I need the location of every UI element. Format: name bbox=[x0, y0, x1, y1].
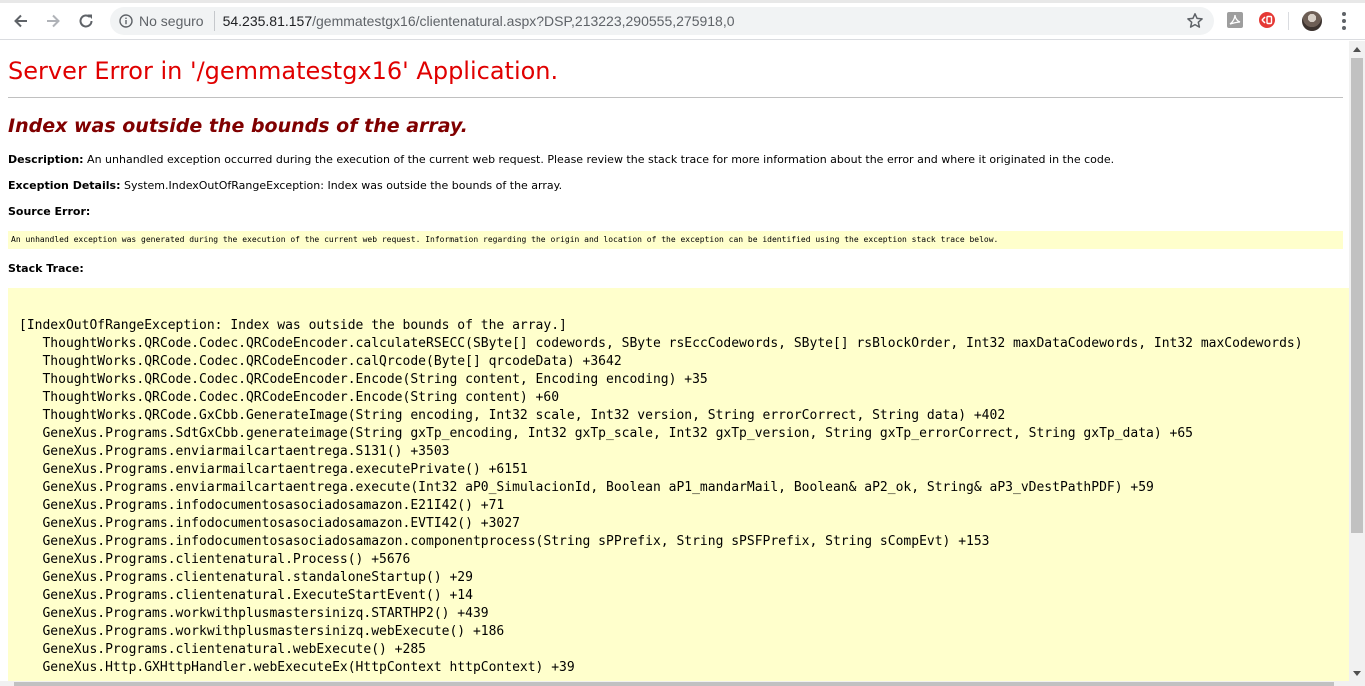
toolbar-separator bbox=[1288, 12, 1289, 30]
url-text[interactable]: 54.235.81.157/gemmatestgx16/clientenatur… bbox=[223, 13, 735, 29]
stack-trace-line: GeneXus.Programs.enviarmailcartaentrega.… bbox=[19, 462, 528, 477]
scroll-down-arrow-icon bbox=[1353, 670, 1361, 676]
stack-trace-line: GeneXus.Programs.clientenatural.Process(… bbox=[19, 552, 411, 567]
stack-trace-box: [IndexOutOfRangeException: Index was out… bbox=[8, 288, 1349, 686]
reload-icon bbox=[79, 14, 93, 28]
url-host: 54.235.81.157 bbox=[222, 13, 313, 29]
stack-trace-line: ThoughtWorks.QRCode.Codec.QRCodeEncoder.… bbox=[19, 372, 708, 387]
description-row: Description: An unhandled exception occu… bbox=[8, 153, 1114, 166]
scroll-down-button[interactable] bbox=[1349, 665, 1365, 681]
error-message: Index was outside the bounds of the arra… bbox=[8, 115, 468, 137]
security-label: No seguro bbox=[139, 13, 204, 29]
exception-details-row: Exception Details: System.IndexOutOfRang… bbox=[8, 179, 562, 192]
stack-trace-line: [IndexOutOfRangeException: Index was out… bbox=[19, 318, 567, 333]
reload-button[interactable] bbox=[74, 9, 98, 33]
forward-button[interactable] bbox=[41, 9, 65, 33]
window-top-strip bbox=[0, 0, 1365, 3]
stack-trace-line: GeneXus.Programs.infodocumentosasociados… bbox=[19, 516, 520, 531]
source-error-label: Source Error: bbox=[8, 205, 91, 218]
scroll-up-arrow-icon bbox=[1353, 46, 1361, 52]
horizontal-scrollbar[interactable] bbox=[0, 681, 1349, 686]
vertical-scrollbar[interactable] bbox=[1349, 41, 1365, 686]
scroll-up-button[interactable] bbox=[1349, 41, 1365, 57]
stack-trace-label: Stack Trace: bbox=[8, 262, 84, 275]
description-label: Description: bbox=[8, 153, 84, 166]
info-icon bbox=[119, 14, 133, 28]
stack-trace-line: GeneXus.Programs.clientenatural.standalo… bbox=[19, 570, 473, 585]
star-icon[interactable] bbox=[1186, 12, 1204, 30]
exception-details-label: Exception Details: bbox=[8, 179, 121, 192]
stack-trace-line: GeneXus.Programs.workwithplusmastersiniz… bbox=[19, 606, 489, 621]
horizontal-scroll-thumb[interactable] bbox=[14, 682, 1334, 686]
page-viewport: Server Error in '/gemmatestgx16' Applica… bbox=[0, 41, 1349, 686]
profile-avatar[interactable] bbox=[1302, 11, 1322, 31]
stack-trace-line: GeneXus.Programs.clientenatural.webExecu… bbox=[19, 642, 426, 657]
vertical-scroll-thumb[interactable] bbox=[1351, 58, 1363, 533]
stack-trace-line: ThoughtWorks.QRCode.Codec.QRCodeEncoder.… bbox=[19, 336, 1303, 351]
stack-trace-line: GeneXus.Programs.workwithplusmastersiniz… bbox=[19, 624, 505, 639]
stack-trace-line: GeneXus.Programs.enviarmailcartaentrega.… bbox=[19, 444, 450, 459]
source-error-heading: Source Error: bbox=[8, 205, 90, 218]
stack-trace-line: GeneXus.Programs.clientenatural.ExecuteS… bbox=[19, 588, 473, 603]
page-title: Server Error in '/gemmatestgx16' Applica… bbox=[8, 57, 559, 85]
back-button[interactable] bbox=[9, 9, 33, 33]
url-path: /gemmatestgx16/clientenatural.aspx?DSP,2… bbox=[312, 13, 735, 29]
exception-details-text: System.IndexOutOfRangeException: Index w… bbox=[120, 179, 563, 192]
title-divider bbox=[8, 97, 1343, 98]
stack-trace-line: GeneXus.Programs.SdtGxCbb.generateimage(… bbox=[19, 426, 1193, 441]
description-text: An unhandled exception occurred during t… bbox=[83, 153, 1115, 166]
source-error-box: An unhandled exception was generated dur… bbox=[8, 231, 1343, 249]
back-arrow-icon bbox=[14, 14, 27, 28]
stack-trace-line: ThoughtWorks.QRCode.Codec.QRCodeEncoder.… bbox=[19, 390, 560, 405]
address-bar[interactable]: No seguro 54.235.81.157/gemmatestgx16/cl… bbox=[110, 7, 1214, 35]
stack-trace-line: ThoughtWorks.QRCode.Codec.QRCodeEncoder.… bbox=[19, 354, 622, 369]
browser-toolbar: No seguro 54.235.81.157/gemmatestgx16/cl… bbox=[0, 0, 1365, 40]
stack-trace-line: GeneXus.Programs.infodocumentosasociados… bbox=[19, 534, 990, 549]
more-menu-icon[interactable] bbox=[1337, 11, 1351, 31]
stack-trace-line: GeneXus.Programs.enviarmailcartaentrega.… bbox=[19, 480, 1154, 495]
site-security-indicator[interactable]: No seguro bbox=[110, 11, 215, 31]
forward-arrow-icon bbox=[47, 14, 60, 28]
stack-trace-heading: Stack Trace: bbox=[8, 262, 84, 275]
stack-trace-line: GeneXus.Programs.infodocumentosasociados… bbox=[19, 498, 505, 513]
pdf-extension-icon[interactable] bbox=[1226, 11, 1244, 29]
stack-trace-line: ThoughtWorks.QRCode.GxCbb.GenerateImage(… bbox=[19, 408, 1006, 423]
stack-trace-line: GeneXus.Http.GXHttpHandler.webExecuteEx(… bbox=[19, 660, 575, 675]
red-extension-icon[interactable] bbox=[1258, 11, 1276, 29]
